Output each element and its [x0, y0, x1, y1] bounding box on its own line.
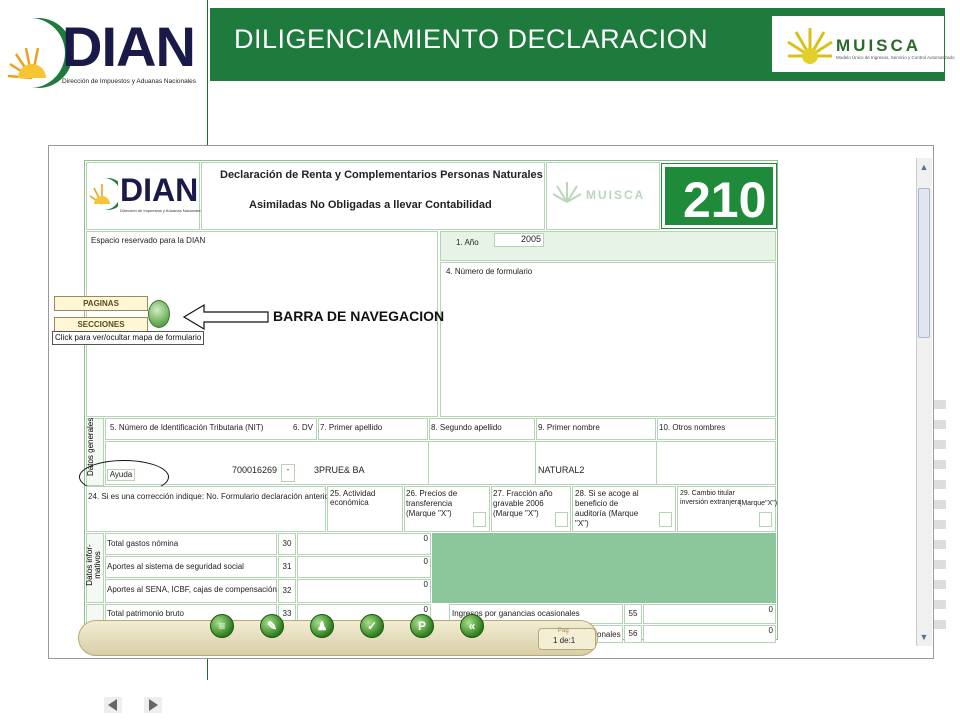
- identification-row: [105, 441, 776, 485]
- next-slide-icon[interactable]: [144, 697, 162, 713]
- scroll-thumb[interactable]: [918, 188, 930, 338]
- actividad-label: 25. Actividad económica: [330, 489, 376, 507]
- form-number-box: 210: [661, 163, 777, 229]
- datos-informativos-label: Datos infor- mativos: [85, 544, 102, 586]
- row-value-input[interactable]: 0: [643, 604, 776, 624]
- row-code: 31: [278, 556, 296, 578]
- correccion-label: 24. Si es una corrección indique: No. Fo…: [88, 492, 332, 501]
- nit-label: 5. Número de Identificación Tributaria (…: [110, 423, 264, 432]
- users-icon[interactable]: ♟: [310, 614, 334, 638]
- form-muisca-sun-icon: [552, 182, 582, 203]
- row-label: onales: [597, 630, 621, 639]
- cambio-marque-label: (Marque"X"): [739, 500, 778, 507]
- form-dian-sun-icon: [89, 178, 118, 210]
- dian-logo-subtitle: Dirección de Impuestos y Aduanas Naciona…: [62, 78, 197, 85]
- shaded-area: [432, 533, 776, 603]
- divider: [535, 441, 536, 485]
- year-label: 1. Año: [456, 238, 479, 247]
- left-arrow-icon: [182, 303, 269, 331]
- paginas-button[interactable]: PAGINAS: [54, 296, 148, 311]
- row-label: Total gastos nómina: [107, 539, 179, 548]
- pager-value: 1 de:1: [553, 636, 576, 645]
- otros-label: 10. Otros nombres: [659, 423, 726, 432]
- form-number-area: [440, 262, 776, 417]
- year-row: [440, 231, 776, 261]
- auditoria-label: 28. Si se acoge al beneficio de auditorí…: [575, 489, 639, 528]
- apellido1-input[interactable]: 3PRUE& BA: [314, 465, 365, 475]
- nav-tooltip: Click para ver/ocultar mapa de formulari…: [52, 331, 205, 345]
- nombre1-input[interactable]: NATURAL2: [538, 465, 584, 475]
- sign-icon[interactable]: ✎: [260, 614, 284, 638]
- cambio-checkbox[interactable]: [759, 512, 772, 527]
- row-code: 32: [278, 579, 296, 603]
- scroll-up-icon[interactable]: ▲: [917, 160, 931, 174]
- page-title: DILIGENCIAMIENTO DECLARACION: [234, 24, 709, 54]
- pager-label: Pag: [558, 628, 569, 634]
- nombre1-label: 9. Primer nombre: [538, 423, 600, 432]
- apellido2-label: 8. Segundo apellido: [431, 423, 502, 432]
- muisca-logo-subtitle: Modelo Único de Ingresos, Servicio y Con…: [836, 55, 955, 60]
- form-logo-text: DIAN: [120, 172, 199, 208]
- nit-input[interactable]: 700016269: [232, 465, 277, 475]
- divider: [656, 441, 657, 485]
- dv-label: 6. DV: [293, 423, 314, 432]
- precios-label: 26. Precios de transferencia (Marque "X"…: [406, 489, 458, 518]
- nav-toggle-icon[interactable]: [148, 300, 170, 328]
- secciones-button[interactable]: SECCIONES: [54, 317, 148, 332]
- muisca-sun-icon: [787, 28, 833, 64]
- check-icon[interactable]: ✓: [360, 614, 384, 638]
- dv-input[interactable]: -: [281, 464, 295, 482]
- muisca-logo-text: MUISCA: [836, 36, 922, 55]
- form-title-line1: Declaración de Renta y Complementarios P…: [220, 169, 552, 181]
- row-code: 55: [624, 604, 642, 624]
- document-icon[interactable]: ≡: [210, 614, 234, 638]
- previous-slide-icon[interactable]: [104, 697, 122, 713]
- decorative-stripes: [934, 400, 946, 660]
- fraccion-checkbox[interactable]: [555, 512, 568, 527]
- form-number-label: 4. Número de formulario: [446, 267, 533, 276]
- row-value-input[interactable]: 0: [297, 533, 431, 555]
- row-code: 56: [624, 625, 642, 643]
- auditoria-checkbox[interactable]: [659, 512, 672, 527]
- cambio-label: 29. Cambio titular inversión extranjera: [680, 490, 742, 506]
- divider: [428, 441, 429, 485]
- row-label: Total patrimonio bruto: [107, 609, 184, 618]
- row-value-input[interactable]: 0: [297, 579, 431, 603]
- form-muisca-text: MUISCA: [586, 188, 646, 202]
- row-value-input[interactable]: 0: [297, 556, 431, 578]
- form-number: 210: [683, 172, 767, 228]
- reserved-label: Espacio reservado para la DIAN: [91, 236, 206, 245]
- form-logo-subtitle: Dirección de Impuestos y Aduanas Naciona…: [120, 208, 203, 213]
- scroll-down-icon[interactable]: ▼: [917, 630, 931, 644]
- bottom-toolbar: [78, 620, 598, 656]
- row-value-input[interactable]: 0: [643, 625, 776, 643]
- fraccion-label: 27. Fracción año gravable 2006 (Marque "…: [493, 489, 553, 518]
- row-label: Aportes al SENA, ICBF, cajas de compensa…: [107, 585, 277, 594]
- row-code: 30: [278, 533, 296, 555]
- year-input[interactable]: 2005: [494, 233, 544, 247]
- precios-checkbox[interactable]: [473, 512, 486, 527]
- dian-logo-text: DIAN: [62, 15, 196, 78]
- apellido1-label: 7. Primer apellido: [320, 423, 383, 432]
- pdf-icon[interactable]: P: [410, 614, 434, 638]
- barra-navegacion-label: BARRA DE NAVEGACION: [273, 308, 445, 324]
- row-label: Aportes al sistema de seguridad social: [107, 562, 244, 571]
- form-title-line2: Asimiladas No Obligadas a llevar Contabi…: [249, 199, 492, 211]
- back-icon[interactable]: «: [460, 614, 484, 638]
